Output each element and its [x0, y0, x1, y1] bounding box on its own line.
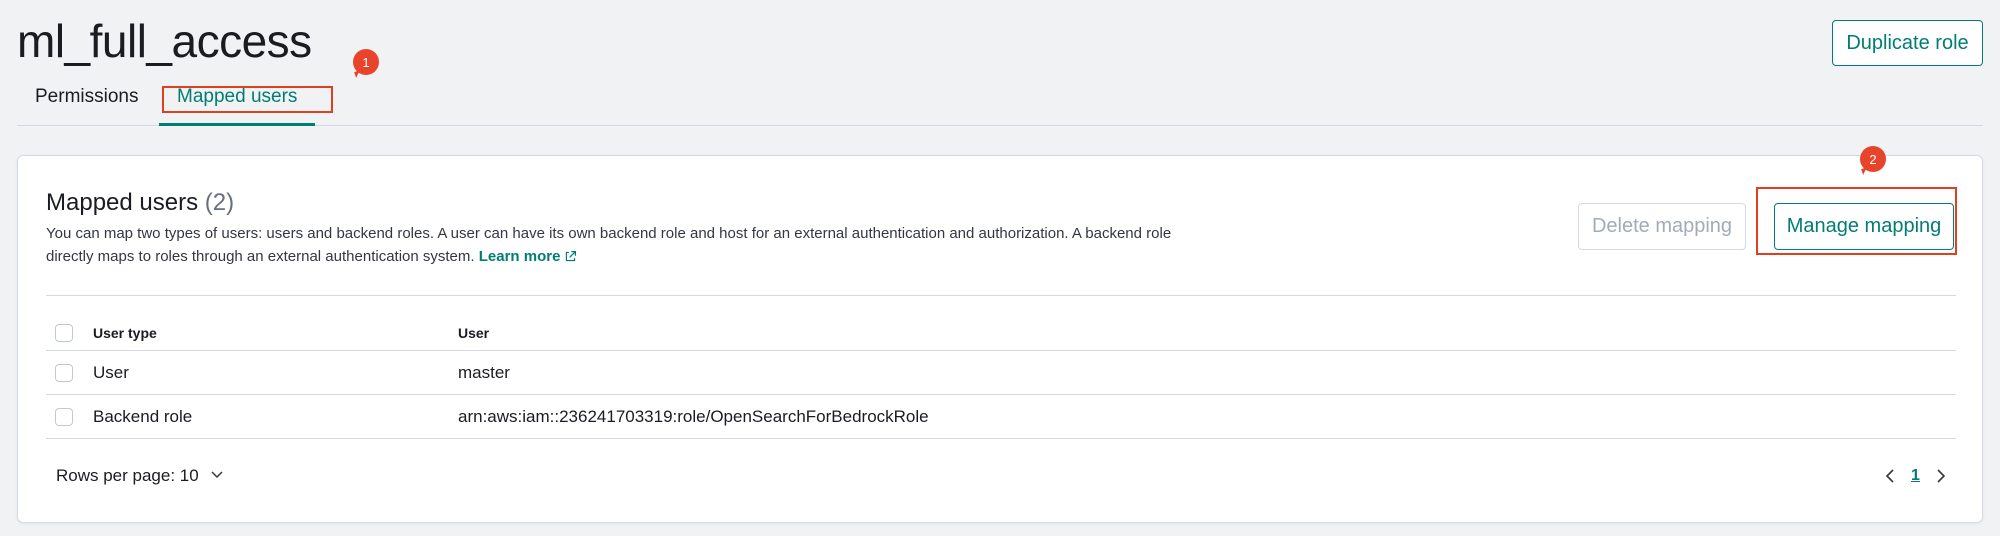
mapped-users-count: (2)	[204, 189, 235, 216]
learn-more-label: Learn more	[478, 248, 561, 265]
user-type-cell: User	[93, 363, 129, 382]
table-header-row: User type User	[46, 295, 1956, 351]
page-title: ml_full_access	[17, 15, 312, 67]
panel-title-text: Mapped users	[46, 189, 199, 216]
column-header-user-type[interactable]: User type	[93, 325, 157, 341]
pagination: 1	[1876, 462, 1955, 490]
annotation-highlight-tab	[162, 86, 333, 113]
role-page: ml_full_access Duplicate role Permission…	[0, 0, 2000, 536]
panel-description: You can map two types of users: users an…	[46, 222, 1186, 268]
user-cell: arn:aws:iam::236241703319:role/OpenSearc…	[458, 407, 929, 426]
chevron-down-icon	[211, 471, 223, 479]
panel-title: Mapped users (2)	[46, 189, 234, 217]
learn-more-link[interactable]: Learn more	[479, 248, 578, 265]
external-link-icon	[566, 251, 577, 262]
step-marker-2: 2	[1860, 146, 1886, 172]
duplicate-role-button[interactable]: Duplicate role	[1832, 20, 1983, 66]
select-all-checkbox[interactable]	[55, 324, 73, 342]
next-page-button[interactable]	[1927, 462, 1955, 490]
column-header-user[interactable]: User	[458, 325, 489, 341]
row-checkbox[interactable]	[55, 364, 73, 382]
rows-per-page-label: Rows per page: 10	[56, 466, 199, 485]
tab-permissions[interactable]: Permissions	[17, 86, 156, 124]
chevron-left-icon	[1885, 469, 1894, 483]
previous-page-button[interactable]	[1876, 462, 1904, 490]
description-text: You can map two types of users: users an…	[46, 225, 1172, 265]
page-1-link[interactable]: 1	[1904, 467, 1927, 485]
mapped-users-table: User type User User master Backend role …	[46, 295, 1956, 439]
step-marker-1: 1	[353, 49, 379, 75]
row-checkbox[interactable]	[55, 408, 73, 426]
mapped-users-panel: Mapped users (2) You can map two types o…	[17, 155, 1983, 523]
user-cell: master	[458, 363, 510, 382]
chevron-right-icon	[1937, 469, 1946, 483]
table-row: User master	[46, 351, 1956, 395]
delete-mapping-button[interactable]: Delete mapping	[1578, 203, 1746, 250]
rows-per-page-dropdown[interactable]: Rows per page: 10	[56, 466, 223, 486]
user-type-cell: Backend role	[93, 407, 193, 426]
table-row: Backend role arn:aws:iam::236241703319:r…	[46, 395, 1956, 439]
annotation-highlight-manage	[1756, 187, 1957, 255]
